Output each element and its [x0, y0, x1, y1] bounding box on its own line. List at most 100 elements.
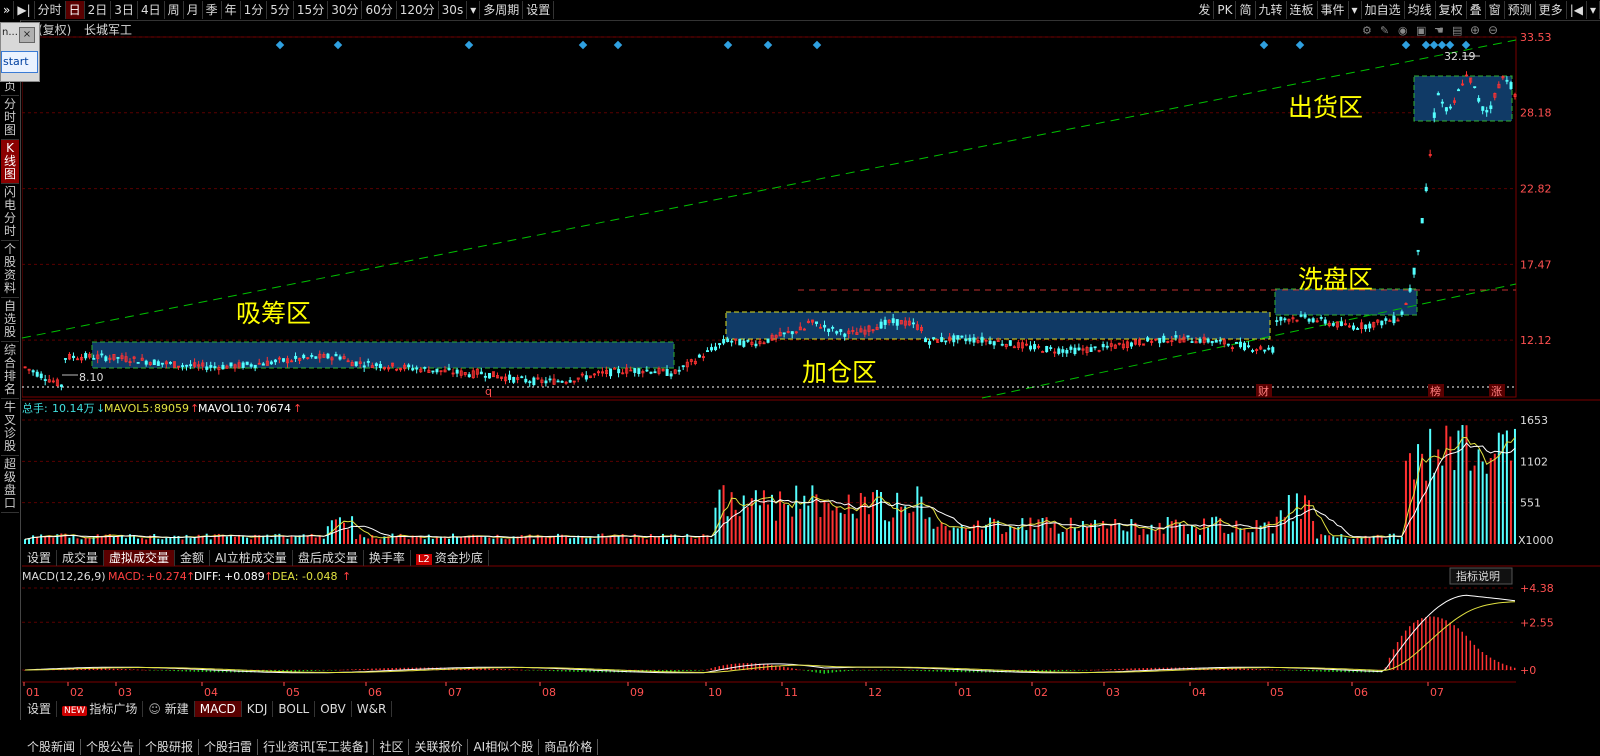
period-button-13[interactable]: 60分: [362, 1, 397, 19]
step-back-icon[interactable]: |◀: [1567, 1, 1587, 19]
volume-bar: [116, 536, 119, 544]
event-marker-zhang[interactable]: 涨: [1491, 385, 1502, 398]
volume-tab-4[interactable]: AI立桩成交量: [210, 550, 293, 566]
toolbar-right-button-6[interactable]: 加自选: [1362, 1, 1405, 19]
candle-body: [229, 362, 233, 367]
event-dropdown-icon[interactable]: ▾: [1349, 1, 1362, 19]
play-icon[interactable]: ▶|: [14, 1, 35, 19]
volume-tab-3[interactable]: 金额: [175, 550, 211, 566]
indicator-settings-tab[interactable]: 设置: [22, 701, 58, 717]
zoom-in-icon[interactable]: ⊕: [1470, 23, 1480, 37]
candle-body: [924, 338, 928, 343]
period-button-5[interactable]: 周: [165, 1, 184, 19]
period-button-15[interactable]: 30s: [439, 1, 468, 19]
news-tab-2[interactable]: 个股研报: [140, 738, 200, 755]
sidebar-item-7[interactable]: 牛 叉 诊 股: [1, 399, 19, 456]
macd-histogram-bar: [556, 670, 559, 672]
period-button-16[interactable]: 多周期: [480, 1, 524, 19]
period-button-17[interactable]: 设置: [523, 1, 555, 19]
period-button-3[interactable]: 3日: [111, 1, 138, 19]
sidebar-item-4[interactable]: 个 股 资 料: [1, 241, 19, 298]
news-tab-6[interactable]: 关联报价: [409, 738, 469, 755]
toolbar-right-button-4[interactable]: 连板: [1287, 1, 1318, 19]
toolbar-right-button-7[interactable]: 均线: [1405, 1, 1436, 19]
period-button-14[interactable]: 120分: [397, 1, 439, 19]
indicator-create-tab[interactable]: ☺ 新建: [143, 701, 195, 717]
period-button-9[interactable]: 1分: [241, 1, 268, 19]
sidebar-item-5[interactable]: 自 选 股: [1, 298, 19, 342]
sidebar-item-8[interactable]: 超 级 盘 口: [1, 456, 19, 513]
lock-icon[interactable]: ▤: [1452, 24, 1462, 37]
indicator-tab-macd[interactable]: MACD: [194, 701, 242, 717]
candle-body: [160, 362, 164, 365]
news-tab-1[interactable]: 个股公告: [81, 738, 141, 755]
period-button-0[interactable]: 分时: [35, 1, 66, 19]
toolbar-right-button-9[interactable]: 叠: [1467, 1, 1486, 19]
period-button-8[interactable]: 年: [222, 1, 241, 19]
toolbar-right-button-1[interactable]: PK: [1214, 1, 1237, 19]
indicator-tab-obv[interactable]: OBV: [315, 701, 352, 717]
toolbar-right-button-11[interactable]: 预测: [1505, 1, 1536, 19]
camera-icon[interactable]: ▣: [1416, 24, 1426, 37]
toolbar-right-button-0[interactable]: 发: [1195, 1, 1215, 19]
volume-bar: [1368, 536, 1371, 544]
volume-tab-0[interactable]: 设置: [22, 550, 58, 566]
indicator-tab-kdj[interactable]: KDJ: [242, 701, 274, 717]
settings-icon[interactable]: ⚙: [1362, 24, 1372, 37]
toolbar-right-button-2[interactable]: 简: [1236, 1, 1256, 19]
macd-histogram-bar: [1118, 668, 1120, 670]
volume-tab-5[interactable]: 盘后成交量: [293, 550, 364, 566]
period-button-10[interactable]: 5分: [267, 1, 294, 19]
candle-body: [823, 324, 827, 328]
popup-close-button[interactable]: ×: [19, 27, 35, 43]
toolbar-right-button-3[interactable]: 九转: [1256, 1, 1287, 19]
period-button-12[interactable]: 30分: [328, 1, 363, 19]
period-button-6[interactable]: 月: [184, 1, 203, 19]
period-button-11[interactable]: 15分: [294, 1, 329, 19]
candle-body: [1436, 93, 1440, 96]
kline-chart-area[interactable]: 能(复权) 长城军工 33.5328.1822.8217.4712.12 ⚙ ✎…: [22, 20, 1600, 736]
volume-tab-1[interactable]: 成交量: [57, 550, 105, 566]
event-marker-q[interactable]: q: [485, 385, 492, 398]
period-button-2[interactable]: 2日: [85, 1, 112, 19]
dropdown-icon[interactable]: ▾: [1587, 1, 1600, 19]
news-tab-7[interactable]: AI相似个股: [468, 738, 540, 755]
candle-body: [633, 368, 637, 373]
toolbar-right-button-5[interactable]: 事件: [1318, 1, 1349, 19]
toolbar-toggle-button[interactable]: »: [0, 1, 15, 19]
indicator-market-tab[interactable]: NEW 指标广场: [57, 701, 144, 717]
volume-tab-6[interactable]: 换手率: [364, 550, 411, 566]
indicator-tab-boll[interactable]: BOLL: [273, 701, 316, 717]
sidebar-item-3[interactable]: 闪 电 分 时: [1, 184, 19, 241]
macd-histogram-bar: [1441, 618, 1443, 670]
news-tab-8[interactable]: 商品价格: [539, 738, 599, 755]
news-tab-3[interactable]: 个股扫雷: [199, 738, 259, 755]
eye-icon[interactable]: ◉: [1398, 24, 1408, 37]
volume-bar: [928, 517, 931, 544]
hand-icon[interactable]: ☚: [1434, 24, 1444, 37]
news-tab-5[interactable]: 社区: [374, 738, 410, 755]
event-marker-bang[interactable]: 榜: [1430, 384, 1441, 398]
news-tab-4[interactable]: 行业资讯[军工装备]: [258, 738, 375, 755]
popup-start-button[interactable]: start: [1, 51, 38, 73]
volume-tab-2[interactable]: 虚拟成交量: [104, 550, 176, 566]
sidebar-item-6[interactable]: 综 合 排 名: [1, 342, 19, 399]
toolbar-right-button-8[interactable]: 复权: [1436, 1, 1467, 19]
indicator-tab-w&r[interactable]: W&R: [352, 701, 393, 717]
event-marker-cai[interactable]: 财: [1258, 384, 1269, 398]
volume-bar: [1481, 461, 1484, 544]
period-button-7[interactable]: 季: [203, 1, 222, 19]
zoom-out-icon[interactable]: ⊖: [1488, 23, 1498, 37]
sidebar-item-2[interactable]: K 线 图: [1, 140, 19, 184]
news-tab-0[interactable]: 个股新闻: [22, 738, 82, 755]
period-button-4[interactable]: 4日: [138, 1, 165, 19]
pen-icon[interactable]: ✎: [1380, 24, 1389, 37]
toolbar-right-button-12[interactable]: 更多: [1536, 1, 1567, 19]
macd-histogram-bar: [496, 668, 498, 670]
sidebar-item-1[interactable]: 分 时 图: [1, 96, 19, 140]
candle-body: [1077, 347, 1081, 351]
period-dropdown-icon[interactable]: ▾: [467, 1, 481, 19]
volume-tab-7[interactable]: L2 资金抄底: [411, 550, 489, 566]
toolbar-right-button-10[interactable]: 窗: [1486, 1, 1505, 19]
period-button-1[interactable]: 日: [65, 1, 85, 19]
